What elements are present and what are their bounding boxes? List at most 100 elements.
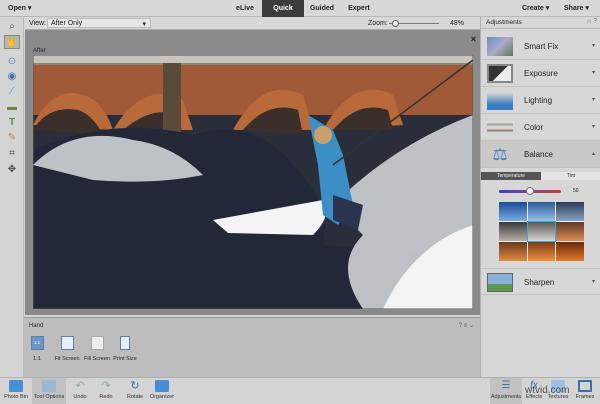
help-menu-collapse-icons[interactable]: ? ≡ ⌄ [459, 322, 474, 329]
undo-icon: ↶ [75, 380, 85, 392]
temperature-value: 50 [573, 188, 579, 194]
tool-options-button[interactable]: Tool Options [32, 378, 66, 404]
option-label: 1:1 [33, 356, 41, 362]
photo-bin-button[interactable]: Photo Bin [2, 380, 30, 400]
view-select-value: After Only [51, 20, 83, 27]
preset-thumbnail[interactable] [527, 202, 556, 221]
smart-fix-icon [487, 37, 513, 56]
after-label: After [33, 48, 46, 54]
tab-expert[interactable]: Expert [340, 0, 378, 17]
whiten-teeth-tool-icon[interactable]: ∕ [4, 85, 20, 99]
option-label: Print Size [113, 356, 137, 362]
crop-tool-icon[interactable]: ⌗ [4, 147, 20, 161]
fill-screen-button[interactable]: Fill Screen [82, 336, 112, 362]
lighting-histogram-icon [487, 91, 513, 110]
watermark: wtvid.com [525, 385, 570, 396]
organizer-icon [155, 380, 169, 392]
label: Redo [99, 394, 113, 400]
label: Balance [524, 150, 553, 159]
label: Adjustments [490, 394, 522, 400]
chevron-down-icon: ▾ [591, 97, 595, 103]
adjustments-title: Adjustments [486, 19, 522, 26]
preset-thumbnail-selected[interactable] [526, 221, 557, 242]
zoom-slider-handle[interactable] [392, 20, 399, 27]
preset-thumbnail[interactable] [556, 222, 584, 241]
chevron-down-icon: ▾ [591, 124, 595, 130]
spot-healing-tool-icon[interactable]: ✎ [4, 131, 20, 145]
move-tool-icon[interactable]: ✥ [4, 163, 20, 177]
zoom-label: Zoom: [368, 20, 388, 27]
tool-options-panel: Hand ? ≡ ⌄ 1:1 1:1 Fit Screen Fill Screen… [24, 317, 480, 377]
rotate-button[interactable]: ↻ Rotate [124, 380, 146, 400]
print-size-button[interactable]: Print Size [112, 336, 138, 362]
type-tool-icon[interactable]: T [4, 116, 20, 130]
fit-screen-button[interactable]: Fit Screen [52, 336, 82, 362]
create-menu[interactable]: Create ▾ [522, 0, 549, 17]
zoom-value: 48% [450, 20, 465, 27]
label: Photo Bin [4, 394, 28, 400]
bottom-bar: Photo Bin Tool Options ↶ Undo ↷ Redo ↻ Rota… [0, 377, 600, 404]
adjustment-smart-fix[interactable]: Smart Fix ▾ [481, 33, 600, 60]
open-menu[interactable]: Open ▾ [8, 0, 31, 17]
quick-selection-tool-icon[interactable]: ⊙ [4, 55, 20, 69]
label: Organizer [149, 394, 175, 400]
close-icon[interactable]: × [471, 34, 476, 44]
tab-quick[interactable]: Quick [262, 0, 304, 17]
print-size-icon [120, 336, 130, 350]
exposure-icon [487, 64, 513, 83]
chevron-up-icon: ▴ [591, 151, 595, 157]
tab-temperature[interactable]: Temperature [481, 172, 541, 180]
view-label: View: [29, 20, 46, 27]
view-bar: View: After Only ▾ Zoom: 48% [25, 17, 480, 30]
adjustment-lighting[interactable]: Lighting ▾ [481, 87, 600, 114]
label: Lighting [524, 96, 553, 105]
one-to-one-button[interactable]: 1:1 1:1 [30, 336, 44, 362]
redo-button[interactable]: ↷ Redo [96, 380, 116, 400]
tab-guided[interactable]: Guided [304, 0, 340, 17]
adjustment-sharpen[interactable]: Sharpen ▾ [481, 268, 600, 295]
preset-thumbnail[interactable] [556, 242, 584, 261]
share-menu[interactable]: Share ▾ [564, 0, 589, 17]
label: Color [524, 123, 544, 132]
tab-elive[interactable]: eLive [228, 0, 262, 17]
hand-tool-icon[interactable]: ✋ [4, 35, 20, 49]
chevron-down-icon: ▾ [142, 21, 146, 28]
temperature-slider[interactable] [499, 187, 561, 195]
zoom-tool-icon[interactable]: ⌕ [4, 20, 20, 34]
reset-help-icons[interactable]: ⌂ ? [587, 18, 597, 25]
photo-bin-icon [9, 380, 23, 392]
tab-tint[interactable]: Tint [541, 172, 600, 180]
adjustment-exposure[interactable]: Exposure ▾ [481, 60, 600, 87]
preset-thumbnail[interactable] [527, 242, 556, 261]
preset-thumbnail[interactable] [499, 242, 527, 261]
adjustment-balance[interactable]: ⚖ Balance ▴ [481, 141, 600, 168]
preset-thumbnail[interactable] [499, 222, 527, 241]
chevron-down-icon: ▾ [591, 43, 595, 49]
undo-button[interactable]: ↶ Undo [70, 380, 90, 400]
photo-image[interactable] [33, 55, 473, 309]
view-select[interactable]: After Only ▾ [47, 18, 151, 28]
frames-button[interactable]: Frames [572, 380, 598, 400]
zoom-slider[interactable] [389, 20, 439, 27]
redo-icon: ↷ [101, 380, 111, 392]
tool-options-icon [42, 380, 56, 392]
straighten-tool-icon[interactable]: ▬ [4, 101, 20, 115]
fit-screen-icon [60, 336, 74, 350]
chevron-down-icon: ▾ [591, 279, 595, 285]
preset-thumbnail[interactable] [499, 202, 527, 221]
organizer-button[interactable]: Organizer [148, 380, 176, 400]
label: Smart Fix [524, 42, 559, 51]
red-eye-tool-icon[interactable]: ◉ [4, 70, 20, 84]
preset-thumbnail[interactable] [556, 202, 584, 221]
color-sliders-icon [487, 118, 513, 137]
adjustments-button[interactable]: ☰ Adjustments [490, 378, 522, 404]
top-menu-bar: Open ▾ eLive Quick Guided Expert Create … [0, 0, 600, 17]
adjustments-panel: Adjustments ⌂ ? Smart Fix ▾ Exposure ▾ Lig… [480, 17, 600, 377]
label: Undo [73, 394, 87, 400]
tool-bar: ⌕ ✋ ⊙ ◉ ∕ ▬ T ✎ ⌗ ✥ [0, 17, 24, 377]
chevron-down-icon: ▾ [591, 70, 595, 76]
adjustment-color[interactable]: Color ▾ [481, 114, 600, 141]
temperature-preset-grid [499, 202, 584, 261]
temperature-slider-handle[interactable] [526, 187, 534, 195]
sharpen-icon [487, 273, 513, 292]
